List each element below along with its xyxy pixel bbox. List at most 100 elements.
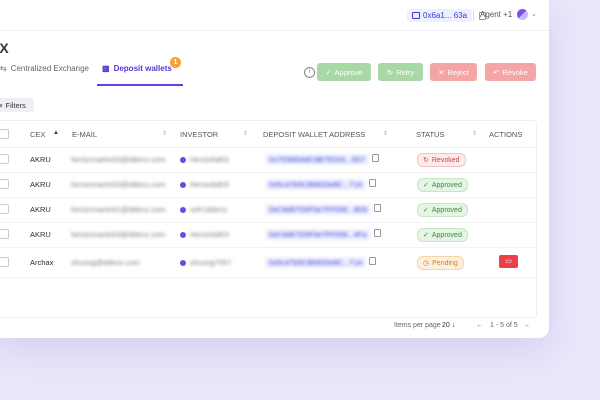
- wallet-address-value: 0x5c47b5C8b9D0e8C...71A: [265, 179, 367, 190]
- status-label: Pending: [432, 259, 458, 267]
- table-row[interactable]: AKRU hectormartin01@ddenz.com sofr1ddenz…: [0, 197, 536, 223]
- chevron-down-icon[interactable]: ⌄: [531, 10, 537, 18]
- revoke-button[interactable]: ↶ Revoke: [485, 63, 536, 81]
- row-checkbox[interactable]: [0, 204, 9, 214]
- investor-name: shuong7057: [190, 258, 232, 267]
- filter-icon: ≡: [0, 100, 3, 110]
- tab-centralized-exchange[interactable]: ⇆ Centralized Exchange: [0, 64, 89, 73]
- address-cell: 0xC9d97D0F0e7FF058...4Fa: [265, 229, 381, 240]
- copy-icon[interactable]: [374, 204, 382, 212]
- column-cex[interactable]: CEX: [30, 130, 45, 139]
- select-all-checkbox[interactable]: [0, 129, 9, 139]
- wallet-address-value: 0xC9d97D0F0e7FF058...9D6: [265, 204, 372, 215]
- wallet-address-value: 0x7f29d0A8C8B7E033...9D7: [265, 154, 370, 165]
- investor-avatar: [180, 207, 186, 214]
- items-per-page-value: 20: [442, 322, 450, 329]
- investor-cell: sofr1ddenz: [180, 205, 227, 214]
- clock-icon: ◷: [423, 260, 430, 267]
- check-icon: ✓: [423, 232, 429, 239]
- table-header: CEX ▲ E-MAIL ⇕ INVESTOR ⇕ DEPOSIT WALLET…: [0, 121, 536, 148]
- wallet-address-value: 0xC9d97D0F0e7FF058...4Fa: [265, 229, 371, 240]
- sort-icon[interactable]: ▲: [53, 130, 59, 136]
- divider: [473, 9, 474, 21]
- avatar[interactable]: [517, 9, 528, 20]
- investor-name: Hectorbd03: [190, 230, 229, 239]
- email-cell: hectormartin03@ddenz.com: [71, 180, 166, 189]
- tab-label: Centralized Exchange: [10, 64, 89, 73]
- investor-avatar: [180, 260, 186, 267]
- sort-icon[interactable]: ⇕: [472, 130, 477, 137]
- sort-icon[interactable]: ⇕: [383, 130, 388, 137]
- agent-label: Agent +1: [480, 10, 513, 19]
- copy-icon[interactable]: [369, 257, 377, 265]
- copy-icon[interactable]: [369, 179, 377, 187]
- wallet-address: 0x6a1... 63a: [423, 11, 468, 20]
- close-icon: ✕: [438, 67, 445, 77]
- column-status[interactable]: STATUS: [416, 130, 444, 139]
- column-investor[interactable]: INVESTOR: [180, 130, 218, 139]
- status-label: Approved: [431, 181, 462, 189]
- filters-label: Filters: [5, 100, 26, 110]
- column-deposit-wallet-address[interactable]: DEPOSIT WALLET ADDRESS: [263, 130, 365, 139]
- prev-page-icon[interactable]: ←: [476, 322, 483, 329]
- retry-button[interactable]: ↻ Retry: [378, 63, 423, 81]
- items-per-page-label: Items per page: [394, 322, 441, 329]
- cex-cell: AKRU: [30, 180, 51, 189]
- address-cell: 0xC9d97D0F0e7FF058...9D6: [265, 204, 382, 215]
- investor-avatar: [180, 182, 186, 189]
- address-cell: 0x7f29d0A8C8B7E033...9D7: [265, 154, 380, 165]
- approve-label: Approve: [334, 67, 363, 77]
- investor-name: Hectorbd03: [190, 155, 229, 164]
- investor-name: Hectorbd03: [190, 180, 229, 189]
- sort-icon[interactable]: ⇕: [162, 130, 167, 137]
- approve-button[interactable]: ✓ Approve: [317, 63, 371, 81]
- active-tab-indicator: [97, 84, 183, 86]
- wallet-address-value: 0x5c47b5C8b9D0e8C...71A: [265, 257, 367, 268]
- email-cell: shuong@ddenz.com: [71, 258, 140, 267]
- status-badge: ↻ Revoked: [417, 153, 466, 167]
- table-row[interactable]: AKRU hectormartin03@ddenz.com Hectorbd03…: [0, 172, 536, 198]
- email-cell: hectormartin03@ddenz.com: [71, 230, 166, 239]
- delete-button[interactable]: ▭: [499, 255, 518, 268]
- undo-icon: ↶: [493, 67, 500, 77]
- investor-cell: shuong7057: [180, 258, 231, 267]
- copy-icon[interactable]: [373, 229, 381, 237]
- check-icon: ✓: [423, 207, 429, 214]
- cex-cell: AKRU: [30, 230, 51, 239]
- info-icon[interactable]: i: [304, 67, 315, 78]
- status-label: Approved: [431, 206, 462, 214]
- filters-button[interactable]: ≡ Filters: [0, 98, 34, 112]
- check-icon: ✓: [423, 182, 429, 189]
- status-badge: ✓ Approved: [417, 228, 468, 242]
- next-page-icon[interactable]: →: [523, 322, 530, 329]
- table-row[interactable]: Archax shuong@ddenz.com shuong7057 0x5c4…: [0, 247, 536, 278]
- sort-icon[interactable]: ⇕: [243, 130, 248, 137]
- status-badge: ✓ Approved: [417, 178, 468, 192]
- reject-label: Reject: [447, 67, 469, 77]
- table-row[interactable]: AKRU hectormartin03@ddenz.com Hectorbd03…: [0, 222, 536, 248]
- email-cell: hectormartin03@ddenz.com: [71, 155, 166, 164]
- address-cell: 0x5c47b5C8b9D0e8C...71A: [265, 179, 377, 190]
- top-bar: 0x6a1... 63a Agent +1 ⌄: [0, 0, 549, 31]
- status-badge: ✓ Approved: [417, 203, 468, 217]
- row-checkbox[interactable]: [0, 229, 9, 239]
- row-checkbox[interactable]: [0, 154, 9, 164]
- reject-button[interactable]: ✕ Reject: [430, 63, 477, 81]
- row-checkbox[interactable]: [0, 179, 9, 189]
- investor-cell: Hectorbd03: [180, 230, 229, 239]
- copy-icon[interactable]: [372, 154, 380, 162]
- table-row[interactable]: AKRU hectormartin03@ddenz.com Hectorbd03…: [0, 147, 536, 173]
- investor-name: sofr1ddenz: [190, 205, 228, 214]
- investor-avatar: [180, 157, 186, 164]
- items-per-page-select[interactable]: 20 ↓: [442, 322, 455, 329]
- pagination-range: 1 - 5 of 5: [490, 322, 518, 329]
- check-icon: ✓: [325, 67, 332, 77]
- row-checkbox[interactable]: [0, 257, 9, 267]
- refresh-icon: ↻: [386, 67, 394, 77]
- status-label: Revoked: [431, 156, 460, 164]
- wallet-icon: ▩: [102, 64, 110, 73]
- tab-deposit-wallets[interactable]: ▩ Deposit wallets: [102, 64, 172, 73]
- trash-icon: ▭: [505, 258, 512, 265]
- wallet-address-chip[interactable]: 0x6a1... 63a: [407, 9, 487, 22]
- column-email[interactable]: E-MAIL: [72, 130, 97, 139]
